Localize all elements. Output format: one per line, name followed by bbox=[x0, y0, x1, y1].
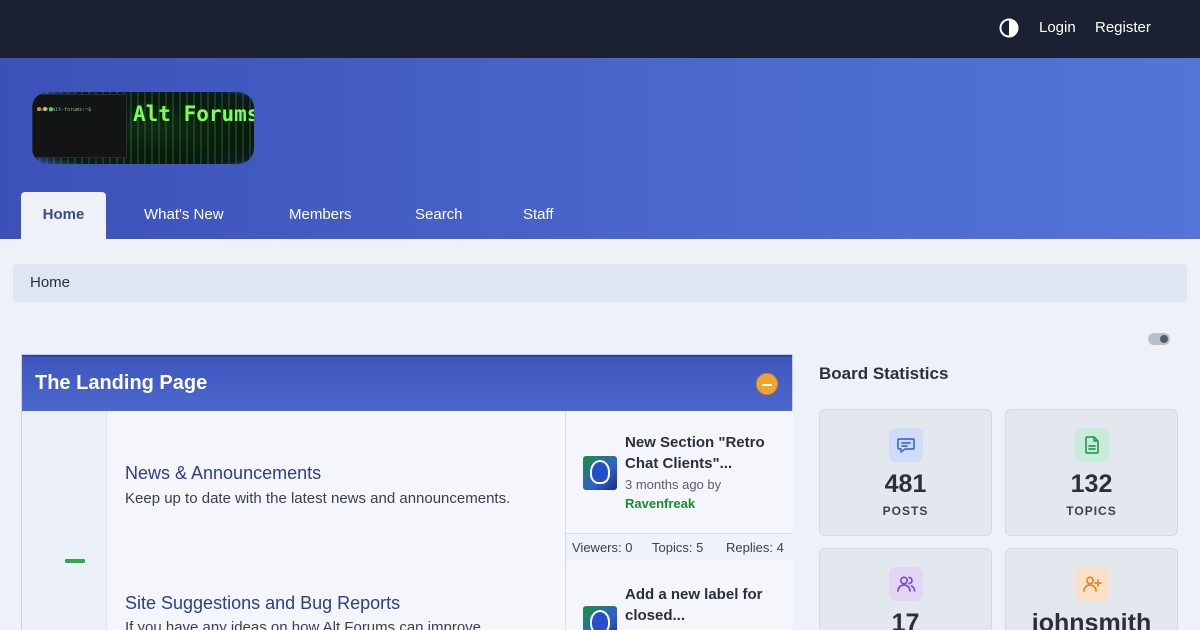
stat-value: 17 bbox=[891, 609, 920, 630]
collapse-icon[interactable] bbox=[756, 373, 778, 395]
last-post-title[interactable]: New Section "Retro Chat Clients"... bbox=[625, 432, 781, 474]
viewers-count: Viewers: 0 bbox=[572, 540, 633, 555]
register-link[interactable]: Register bbox=[1095, 19, 1151, 36]
switch-knob bbox=[1160, 335, 1168, 343]
logo-text: Alt Forums bbox=[133, 102, 254, 126]
breadcrumb-home[interactable]: Home bbox=[30, 274, 70, 291]
last-post-title[interactable]: Add a new label for closed... bbox=[625, 584, 785, 626]
topics-count: Topics: 5 bbox=[652, 540, 704, 555]
banner: user@alt-forums:~$ Alt Forums Home What'… bbox=[0, 58, 1200, 239]
category-landing-page: The Landing Page News & Announcements Ke… bbox=[21, 354, 793, 630]
theme-toggle-icon[interactable] bbox=[999, 18, 1019, 38]
tab-members[interactable]: Members bbox=[289, 192, 352, 239]
tab-whats-new[interactable]: What's New bbox=[144, 192, 224, 239]
last-post-column: New Section "Retro Chat Clients"... 3 mo… bbox=[565, 411, 793, 630]
login-link[interactable]: Login bbox=[1039, 19, 1076, 36]
category-title: The Landing Page bbox=[35, 372, 208, 394]
forum-title[interactable]: Site Suggestions and Bug Reports bbox=[125, 593, 400, 614]
board-statistics-title: Board Statistics bbox=[819, 364, 949, 383]
sidebar-toggle-switch[interactable] bbox=[1148, 333, 1170, 345]
last-post: Add a new label for closed... bbox=[566, 561, 793, 630]
category-header: The Landing Page bbox=[22, 355, 792, 411]
logo-terminal: user@alt-forums:~$ bbox=[32, 94, 127, 158]
stat-card-topics: 132 TOPICS bbox=[1005, 409, 1178, 536]
last-post-time: 3 months ago by bbox=[625, 477, 722, 492]
logo-prompt: user@alt-forums:~$ bbox=[37, 107, 92, 113]
stat-value[interactable]: johnsmith bbox=[1006, 609, 1177, 630]
site-logo[interactable]: user@alt-forums:~$ Alt Forums bbox=[32, 92, 254, 164]
forum-status-icon bbox=[65, 559, 85, 563]
stat-label: TOPICS bbox=[1066, 504, 1117, 518]
user-plus-icon bbox=[1075, 567, 1109, 601]
stat-value: 481 bbox=[884, 470, 927, 498]
forum-status-column bbox=[22, 411, 107, 630]
chat-bubble-icon bbox=[889, 428, 923, 462]
forum-description: Keep up to date with the latest news and… bbox=[125, 490, 511, 507]
tab-staff[interactable]: Staff bbox=[523, 192, 554, 239]
forum-counts: Viewers: 0 Topics: 5 Replies: 4 bbox=[566, 534, 793, 561]
last-post-user[interactable]: Ravenfreak bbox=[625, 496, 695, 511]
tab-home[interactable]: Home bbox=[21, 192, 106, 239]
document-icon bbox=[1075, 428, 1109, 462]
stat-card-members: 17 bbox=[819, 548, 992, 630]
breadcrumb: Home bbox=[13, 264, 1187, 302]
users-icon bbox=[889, 567, 923, 601]
last-post: New Section "Retro Chat Clients"... 3 mo… bbox=[566, 411, 793, 534]
stat-label: POSTS bbox=[882, 504, 929, 518]
avatar[interactable] bbox=[583, 456, 617, 490]
stat-value: 132 bbox=[1070, 470, 1113, 498]
forum-description: If you have any ideas on how Alt Forums … bbox=[125, 619, 482, 630]
stat-card-newest-member: johnsmith bbox=[1005, 548, 1178, 630]
replies-count: Replies: 4 bbox=[726, 540, 784, 555]
avatar[interactable] bbox=[583, 606, 617, 630]
top-bar: Login Register bbox=[0, 0, 1200, 58]
forum-title[interactable]: News & Announcements bbox=[125, 463, 321, 484]
stat-card-posts: 481 POSTS bbox=[819, 409, 992, 536]
tab-search[interactable]: Search bbox=[415, 192, 463, 239]
